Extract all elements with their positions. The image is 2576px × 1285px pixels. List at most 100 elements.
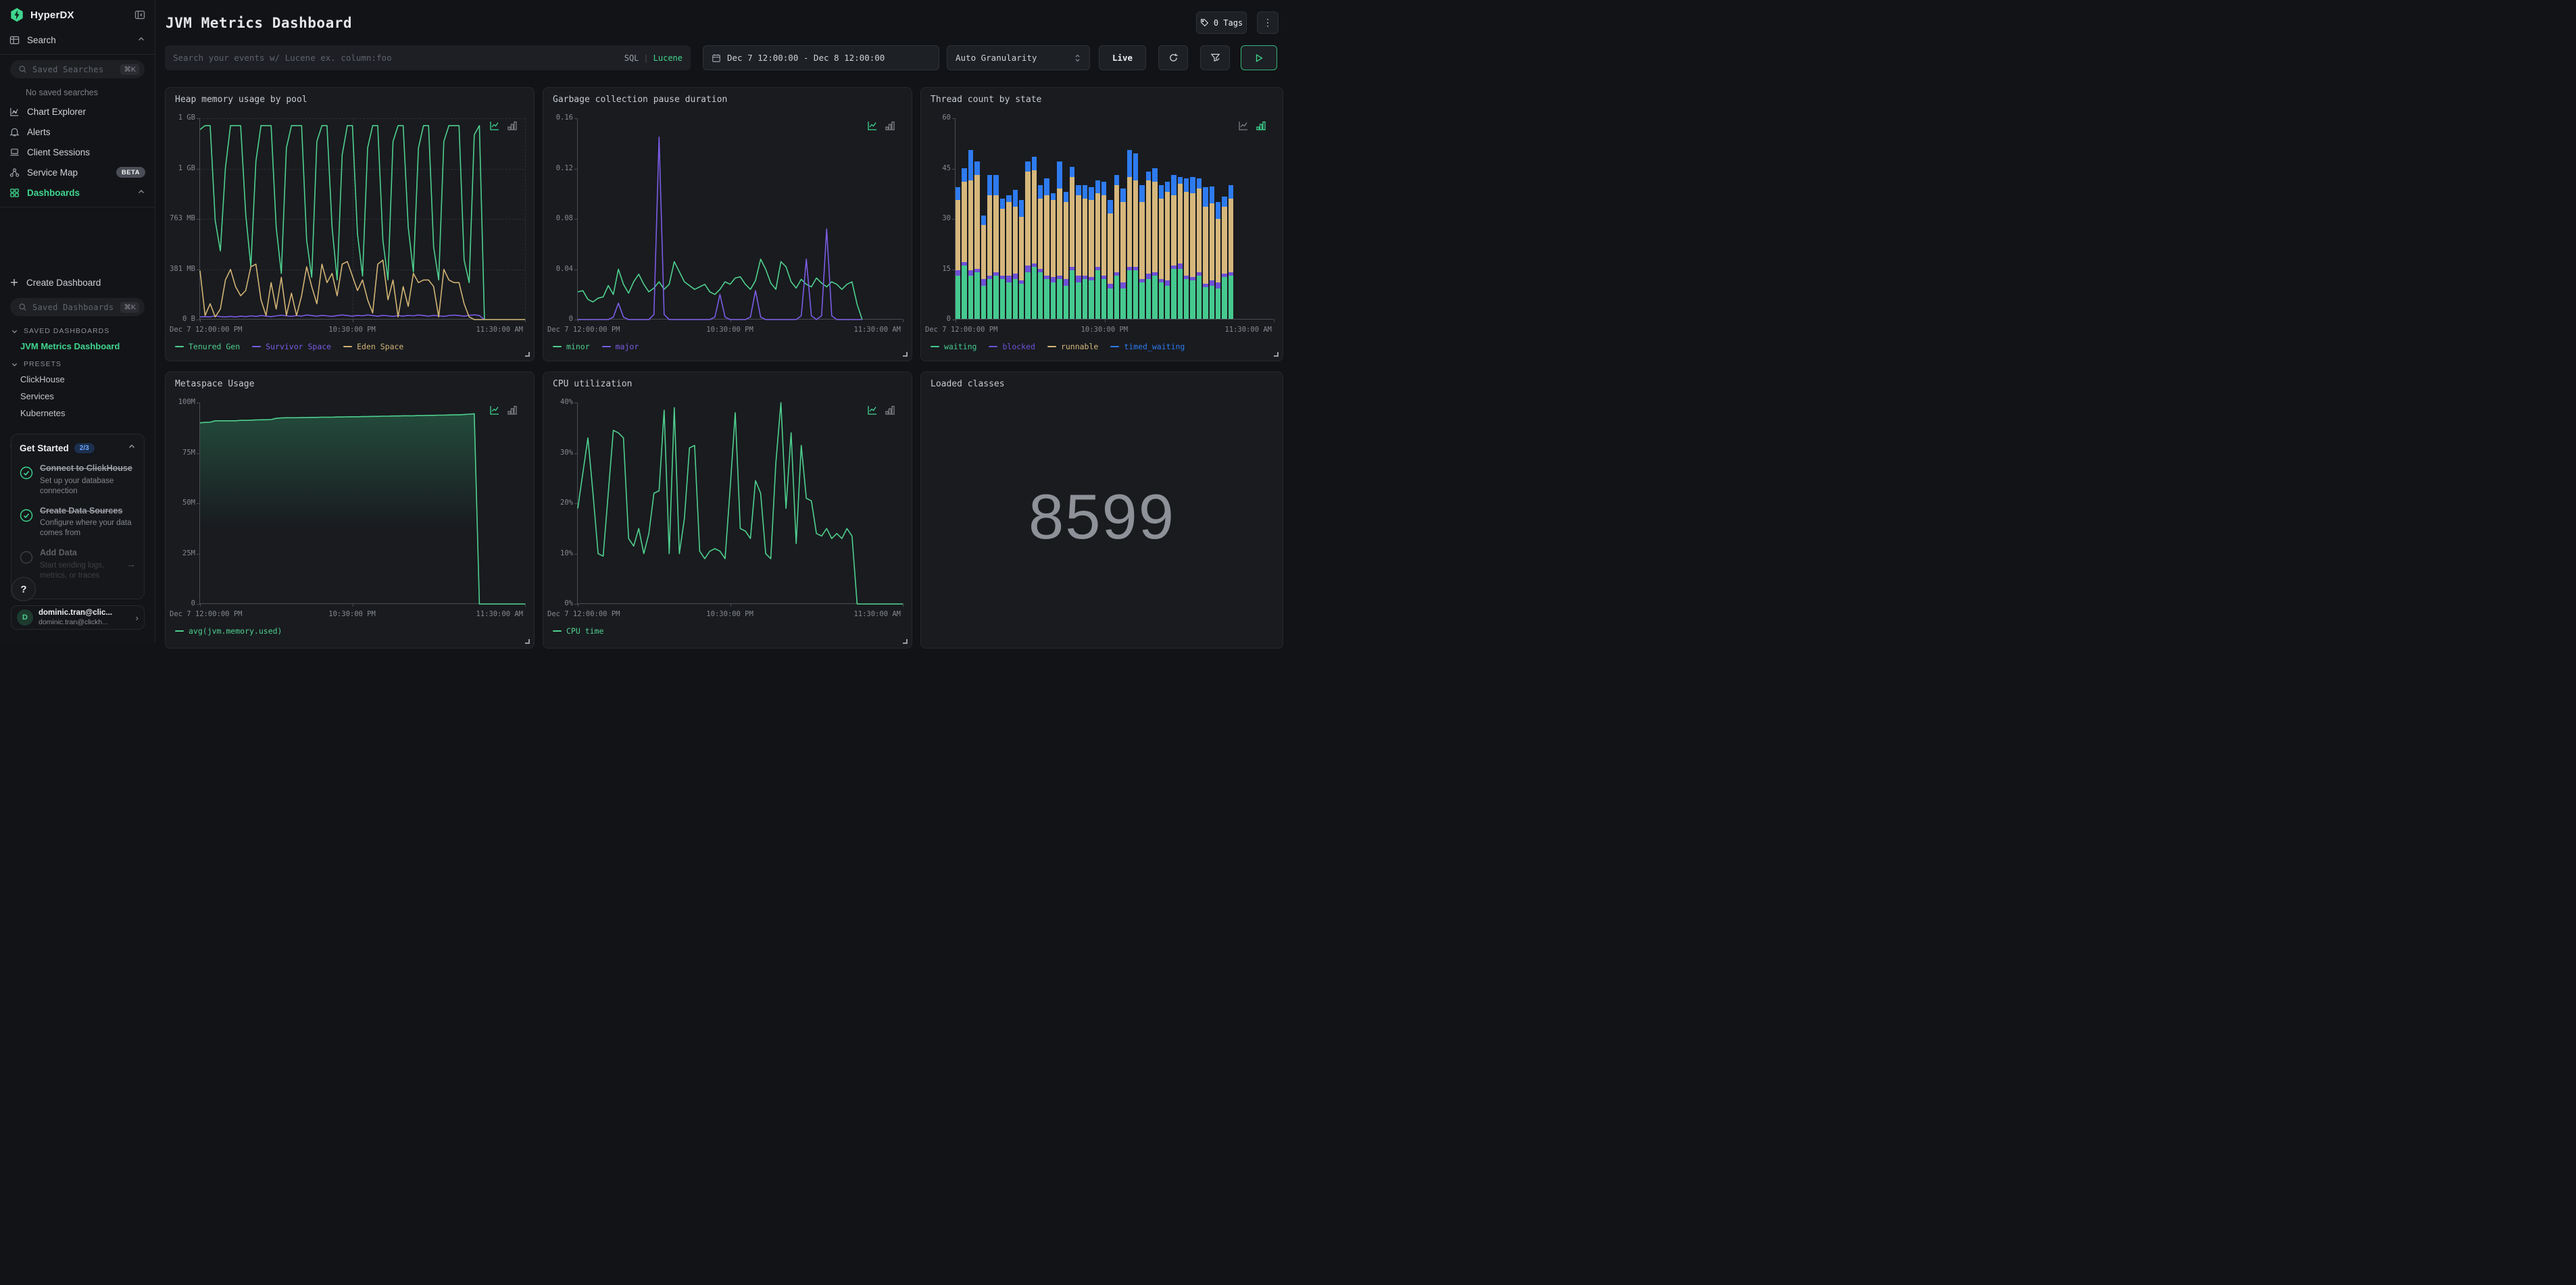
legend-item[interactable]: CPU time — [553, 626, 603, 636]
x-axis-label: 11:30:00 AM — [853, 610, 901, 618]
bar-segment — [981, 225, 986, 279]
create-dashboard-label: Create Dashboard — [26, 277, 101, 288]
sidebar-item-dashboards[interactable]: Dashboards — [0, 182, 155, 203]
legend-item[interactable]: timed_waiting — [1110, 342, 1185, 351]
sidebar-collapse-icon[interactable] — [134, 9, 145, 20]
legend-item[interactable]: major — [601, 342, 639, 351]
preset-link-services[interactable]: Services — [0, 388, 155, 405]
legend-dash-icon — [1110, 346, 1120, 347]
bar-segment — [1164, 280, 1170, 286]
sql-toggle[interactable]: SQL — [624, 53, 639, 63]
bar — [1076, 118, 1081, 319]
bar-segment — [1006, 275, 1012, 282]
bar — [1120, 118, 1126, 319]
sidebar-item-label: Service Map — [27, 167, 78, 178]
legend-item[interactable]: blocked — [989, 342, 1035, 351]
panel-resize-handle[interactable] — [1274, 352, 1279, 357]
sidebar-item-client-sessions[interactable]: Client Sessions — [0, 142, 155, 162]
tags-button[interactable]: 0 Tags — [1196, 11, 1247, 34]
legend-item[interactable]: Tenured Gen — [175, 342, 240, 351]
bar-segment — [1164, 182, 1170, 192]
bar-segment — [974, 175, 980, 269]
bar-segment — [993, 275, 999, 319]
filter-button[interactable] — [1200, 45, 1230, 70]
legend-item[interactable]: Eden Space — [343, 342, 403, 351]
get-started-step[interactable]: Connect to ClickHouse Set up your databa… — [20, 463, 136, 497]
x-axis-label: 10:30:00 PM — [1081, 326, 1129, 334]
user-menu[interactable]: D dominic.tran@clic... dominic.tran@clic… — [11, 605, 145, 630]
bar-segment — [1145, 274, 1151, 279]
check-circle-icon — [20, 509, 33, 522]
sidebar-item-alerts[interactable]: Alerts — [0, 122, 155, 142]
legend-item[interactable]: waiting — [931, 342, 976, 351]
bar — [1209, 118, 1215, 319]
shortcut-badge: ⌘K — [120, 301, 139, 313]
legend-label: minor — [566, 342, 590, 351]
bar-segment — [1114, 175, 1120, 186]
dashboard-link-jvm[interactable]: JVM Metrics Dashboard — [0, 338, 155, 355]
presets-header[interactable]: PRESETS — [0, 355, 155, 371]
bar-segment — [1006, 282, 1012, 319]
bar-segment — [1089, 200, 1094, 278]
chart-panel: Heap memory usage by pool 1 GB 1 GB 763 MB 3… — [165, 87, 535, 361]
bar-segment — [1126, 176, 1132, 268]
kebab-menu-button[interactable]: ⋮ — [1257, 11, 1279, 34]
chart-legend: CPU time — [553, 626, 603, 636]
sidebar-item-chart-explorer[interactable]: Chart Explorer — [0, 101, 155, 122]
panel-resize-handle[interactable] — [903, 639, 908, 644]
sidebar-item-service-map[interactable]: Service Map BETA — [0, 162, 155, 182]
preset-link-clickhouse[interactable]: ClickHouse — [0, 371, 155, 388]
chart-panel: Loaded classes 8599 — [920, 372, 1283, 649]
legend-item[interactable]: avg(jvm.memory.used) — [175, 626, 282, 636]
saved-searches-input[interactable]: Saved Searches ⌘K — [10, 60, 145, 78]
bar-segment — [956, 275, 961, 319]
y-axis-label: 0% — [564, 599, 573, 607]
y-axis-label: 381 MB — [170, 264, 195, 273]
x-axis-label: Dec 7 12:00:00 PM — [170, 610, 243, 618]
get-started-step[interactable]: Create Data Sources Configure where your… — [20, 506, 136, 539]
event-search-input[interactable]: Search your events w/ Lucene ex. column:… — [165, 45, 691, 70]
chart-legend: Tenured Gen Survivor Space Eden Space — [175, 342, 403, 351]
get-started-step[interactable]: Add Data Start sending logs, metrics, or… — [20, 548, 136, 581]
chevron-up-icon — [137, 188, 145, 198]
date-range-picker[interactable]: Dec 7 12:00:00 - Dec 8 12:00:00 — [703, 45, 939, 70]
bar-segment — [1082, 278, 1088, 319]
help-button[interactable]: ? — [11, 577, 36, 601]
bar-segment — [1031, 267, 1037, 319]
x-axis-label: Dec 7 12:00:00 PM — [547, 610, 620, 618]
panel-resize-handle[interactable] — [525, 639, 530, 644]
bar-segment — [1025, 161, 1031, 172]
bar-segment — [1108, 200, 1113, 214]
panel-resize-handle[interactable] — [525, 352, 530, 357]
preset-link-kubernetes[interactable]: Kubernetes — [0, 405, 155, 422]
chart-panel: Garbage collection pause duration 0.16 0.1… — [543, 87, 912, 361]
saved-dashboards-input[interactable]: Saved Dashboards ⌘K — [10, 298, 145, 316]
lucene-toggle[interactable]: Lucene — [653, 53, 683, 63]
chevron-down-icon — [11, 363, 18, 366]
create-dashboard-button[interactable]: Create Dashboard — [0, 272, 155, 293]
granularity-select[interactable]: Auto Granularity — [947, 45, 1090, 70]
search-icon — [19, 66, 26, 73]
legend-item[interactable]: Survivor Space — [252, 342, 331, 351]
bar-segment — [1082, 185, 1088, 199]
bar-segment — [1120, 288, 1126, 319]
panel-resize-handle[interactable] — [903, 352, 908, 357]
refresh-button[interactable] — [1158, 45, 1188, 70]
chevron-up-icon[interactable] — [128, 442, 136, 454]
x-axis-label: Dec 7 12:00:00 PM — [925, 326, 998, 334]
bar-segment — [968, 270, 974, 276]
sidebar-item-label: Alerts — [27, 126, 51, 137]
y-axis-label: 100M — [178, 398, 195, 406]
legend-item[interactable]: minor — [553, 342, 590, 351]
run-query-button[interactable] — [1241, 45, 1277, 70]
legend-label: Survivor Space — [266, 342, 332, 351]
saved-dashboards-header[interactable]: SAVED DASHBOARDS — [0, 322, 155, 338]
legend-item[interactable]: runnable — [1047, 342, 1098, 351]
sidebar-item-search[interactable]: Search — [0, 30, 155, 50]
y-axis-label: 763 MB — [170, 214, 195, 222]
x-axis-label: Dec 7 12:00:00 PM — [547, 326, 620, 334]
legend-dash-icon — [553, 630, 562, 632]
bar-segment — [1177, 263, 1183, 269]
bar-segment — [1216, 282, 1221, 289]
live-button[interactable]: Live — [1099, 45, 1146, 70]
